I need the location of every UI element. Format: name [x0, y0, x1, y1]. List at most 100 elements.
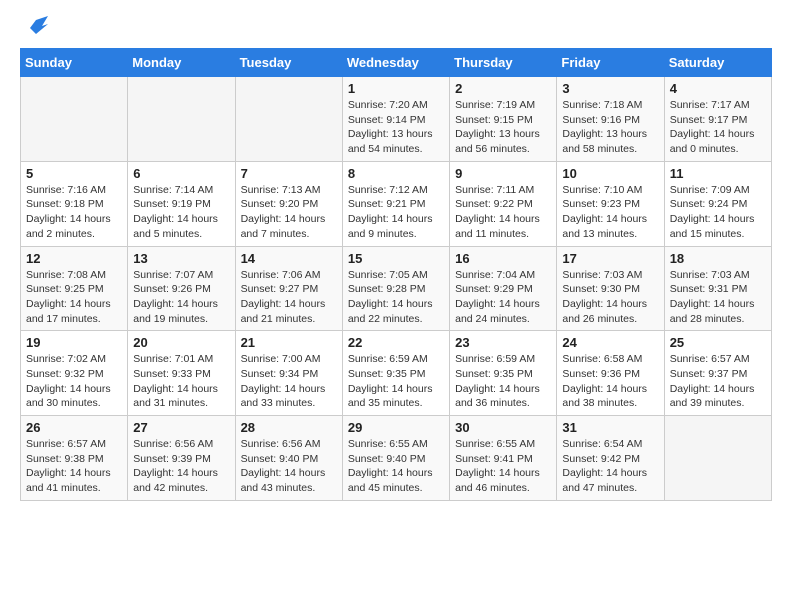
calendar-cell: 18 Sunrise: 7:03 AM Sunset: 9:31 PM Dayli… — [664, 246, 771, 331]
weekday-header-monday: Monday — [128, 49, 235, 77]
calendar-week-4: 19 Sunrise: 7:02 AM Sunset: 9:32 PM Dayli… — [21, 331, 772, 416]
day-number: 14 — [241, 251, 337, 266]
day-info: Sunrise: 7:03 AM Sunset: 9:30 PM Dayligh… — [562, 268, 658, 327]
calendar-cell: 24 Sunrise: 6:58 AM Sunset: 9:36 PM Dayli… — [557, 331, 664, 416]
day-info: Sunrise: 6:55 AM Sunset: 9:41 PM Dayligh… — [455, 437, 551, 496]
calendar-cell: 27Sunrise: 6:56 AM Sunset: 9:39 PM Dayli… — [128, 416, 235, 501]
calendar-cell: 2 Sunrise: 7:19 AM Sunset: 9:15 PM Daylig… — [450, 77, 557, 162]
calendar-week-3: 12Sunrise: 7:08 AM Sunset: 9:25 PM Dayli… — [21, 246, 772, 331]
day-number: 11 — [670, 166, 766, 181]
day-number: 2 — [455, 81, 551, 96]
day-info: Sunrise: 7:02 AM Sunset: 9:32 PM Dayligh… — [26, 352, 122, 411]
logo-text-group — [20, 16, 48, 40]
calendar-cell: 13 Sunrise: 7:07 AM Sunset: 9:26 PM Dayli… — [128, 246, 235, 331]
calendar-cell: 14 Sunrise: 7:06 AM Sunset: 9:27 PM Dayli… — [235, 246, 342, 331]
calendar-cell: 29 Sunrise: 6:55 AM Sunset: 9:40 PM Dayli… — [342, 416, 449, 501]
day-info: Sunrise: 7:16 AM Sunset: 9:18 PM Dayligh… — [26, 183, 122, 242]
day-number: 17 — [562, 251, 658, 266]
calendar-cell: 31 Sunrise: 6:54 AM Sunset: 9:42 PM Dayli… — [557, 416, 664, 501]
calendar-cell — [128, 77, 235, 162]
header — [20, 16, 772, 40]
day-info: Sunrise: 6:58 AM Sunset: 9:36 PM Dayligh… — [562, 352, 658, 411]
day-number: 7 — [241, 166, 337, 181]
day-info: Sunrise: 6:57 AM Sunset: 9:37 PM Dayligh… — [670, 352, 766, 411]
calendar-cell: 22 Sunrise: 6:59 AM Sunset: 9:35 PM Dayli… — [342, 331, 449, 416]
day-info: Sunrise: 7:14 AM Sunset: 9:19 PM Dayligh… — [133, 183, 229, 242]
day-number: 8 — [348, 166, 444, 181]
calendar-cell: 15 Sunrise: 7:05 AM Sunset: 9:28 PM Dayli… — [342, 246, 449, 331]
day-info: Sunrise: 6:55 AM Sunset: 9:40 PM Dayligh… — [348, 437, 444, 496]
calendar-cell: 26 Sunrise: 6:57 AM Sunset: 9:38 PM Dayli… — [21, 416, 128, 501]
day-number: 28 — [241, 420, 337, 435]
calendar-cell: 20 Sunrise: 7:01 AM Sunset: 9:33 PM Dayli… — [128, 331, 235, 416]
day-info: Sunrise: 7:03 AM Sunset: 9:31 PM Dayligh… — [670, 268, 766, 327]
day-info: Sunrise: 7:10 AM Sunset: 9:23 PM Dayligh… — [562, 183, 658, 242]
day-info: Sunrise: 7:06 AM Sunset: 9:27 PM Dayligh… — [241, 268, 337, 327]
calendar-cell: 10 Sunrise: 7:10 AM Sunset: 9:23 PM Dayli… — [557, 161, 664, 246]
day-info: Sunrise: 6:59 AM Sunset: 9:35 PM Dayligh… — [455, 352, 551, 411]
day-number: 4 — [670, 81, 766, 96]
calendar-cell: 4Sunrise: 7:17 AM Sunset: 9:17 PM Daylig… — [664, 77, 771, 162]
day-info: Sunrise: 7:13 AM Sunset: 9:20 PM Dayligh… — [241, 183, 337, 242]
day-number: 26 — [26, 420, 122, 435]
calendar-week-5: 26 Sunrise: 6:57 AM Sunset: 9:38 PM Dayli… — [21, 416, 772, 501]
calendar-week-2: 5Sunrise: 7:16 AM Sunset: 9:18 PM Daylig… — [21, 161, 772, 246]
calendar-cell: 17 Sunrise: 7:03 AM Sunset: 9:30 PM Dayli… — [557, 246, 664, 331]
day-info: Sunrise: 6:57 AM Sunset: 9:38 PM Dayligh… — [26, 437, 122, 496]
calendar-cell: 16 Sunrise: 7:04 AM Sunset: 9:29 PM Dayli… — [450, 246, 557, 331]
day-number: 25 — [670, 335, 766, 350]
day-number: 13 — [133, 251, 229, 266]
day-info: Sunrise: 7:11 AM Sunset: 9:22 PM Dayligh… — [455, 183, 551, 242]
calendar-cell: 8 Sunrise: 7:12 AM Sunset: 9:21 PM Daylig… — [342, 161, 449, 246]
calendar-cell: 25 Sunrise: 6:57 AM Sunset: 9:37 PM Dayli… — [664, 331, 771, 416]
calendar-cell — [235, 77, 342, 162]
weekday-header-wednesday: Wednesday — [342, 49, 449, 77]
day-info: Sunrise: 7:05 AM Sunset: 9:28 PM Dayligh… — [348, 268, 444, 327]
weekday-header-tuesday: Tuesday — [235, 49, 342, 77]
day-number: 29 — [348, 420, 444, 435]
day-number: 18 — [670, 251, 766, 266]
day-info: Sunrise: 7:08 AM Sunset: 9:25 PM Dayligh… — [26, 268, 122, 327]
day-number: 20 — [133, 335, 229, 350]
day-number: 21 — [241, 335, 337, 350]
calendar-cell: 7 Sunrise: 7:13 AM Sunset: 9:20 PM Daylig… — [235, 161, 342, 246]
calendar-cell: 6Sunrise: 7:14 AM Sunset: 9:19 PM Daylig… — [128, 161, 235, 246]
day-info: Sunrise: 7:00 AM Sunset: 9:34 PM Dayligh… — [241, 352, 337, 411]
day-number: 16 — [455, 251, 551, 266]
day-number: 9 — [455, 166, 551, 181]
day-number: 31 — [562, 420, 658, 435]
day-info: Sunrise: 7:07 AM Sunset: 9:26 PM Dayligh… — [133, 268, 229, 327]
day-info: Sunrise: 7:20 AM Sunset: 9:14 PM Dayligh… — [348, 98, 444, 157]
day-number: 23 — [455, 335, 551, 350]
calendar-cell: 21 Sunrise: 7:00 AM Sunset: 9:34 PM Dayli… — [235, 331, 342, 416]
day-info: Sunrise: 7:12 AM Sunset: 9:21 PM Dayligh… — [348, 183, 444, 242]
calendar-cell: 28 Sunrise: 6:56 AM Sunset: 9:40 PM Dayli… — [235, 416, 342, 501]
day-info: Sunrise: 6:56 AM Sunset: 9:40 PM Dayligh… — [241, 437, 337, 496]
calendar-cell: 5Sunrise: 7:16 AM Sunset: 9:18 PM Daylig… — [21, 161, 128, 246]
day-number: 24 — [562, 335, 658, 350]
calendar-cell: 23 Sunrise: 6:59 AM Sunset: 9:35 PM Dayli… — [450, 331, 557, 416]
page-container: SundayMondayTuesdayWednesdayThursdayFrid… — [0, 0, 792, 517]
weekday-header-thursday: Thursday — [450, 49, 557, 77]
day-number: 3 — [562, 81, 658, 96]
calendar-cell: 12Sunrise: 7:08 AM Sunset: 9:25 PM Dayli… — [21, 246, 128, 331]
logo-bird-icon — [22, 16, 48, 38]
weekday-header-sunday: Sunday — [21, 49, 128, 77]
day-info: Sunrise: 6:54 AM Sunset: 9:42 PM Dayligh… — [562, 437, 658, 496]
day-info: Sunrise: 7:04 AM Sunset: 9:29 PM Dayligh… — [455, 268, 551, 327]
calendar-week-1: 1 Sunrise: 7:20 AM Sunset: 9:14 PM Daylig… — [21, 77, 772, 162]
day-info: Sunrise: 7:19 AM Sunset: 9:15 PM Dayligh… — [455, 98, 551, 157]
day-number: 10 — [562, 166, 658, 181]
day-number: 22 — [348, 335, 444, 350]
calendar-cell: 30Sunrise: 6:55 AM Sunset: 9:41 PM Dayli… — [450, 416, 557, 501]
day-number: 1 — [348, 81, 444, 96]
day-info: Sunrise: 6:59 AM Sunset: 9:35 PM Dayligh… — [348, 352, 444, 411]
day-number: 27 — [133, 420, 229, 435]
day-info: Sunrise: 7:01 AM Sunset: 9:33 PM Dayligh… — [133, 352, 229, 411]
weekday-header-friday: Friday — [557, 49, 664, 77]
calendar-cell: 9 Sunrise: 7:11 AM Sunset: 9:22 PM Daylig… — [450, 161, 557, 246]
calendar-cell: 3Sunrise: 7:18 AM Sunset: 9:16 PM Daylig… — [557, 77, 664, 162]
weekday-header-saturday: Saturday — [664, 49, 771, 77]
day-number: 19 — [26, 335, 122, 350]
day-number: 15 — [348, 251, 444, 266]
